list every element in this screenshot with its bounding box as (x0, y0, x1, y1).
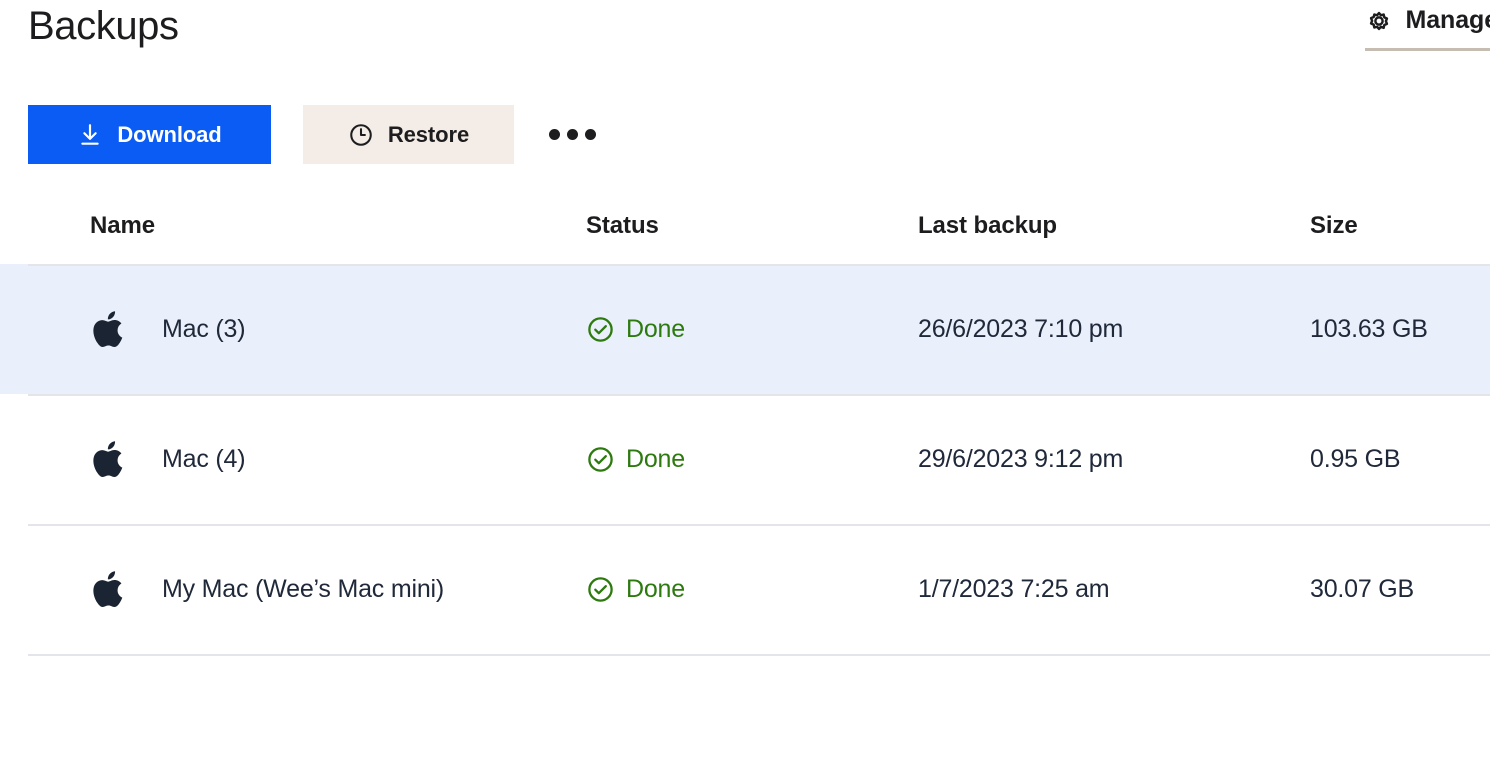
table-row[interactable]: Mac (4) Done 29/6/2023 9:12 pm 0.95 GB (0, 394, 1490, 524)
column-header-size: Size (1310, 212, 1358, 239)
row-name-cell: Mac (4) (28, 435, 586, 483)
more-options-button[interactable] (544, 105, 600, 164)
status-badge: Done (626, 444, 685, 473)
gear-icon (1365, 7, 1393, 35)
row-last-backup-cell: 26/6/2023 7:10 pm (918, 314, 1124, 343)
table-row[interactable]: My Mac (Wee’s Mac mini) Done 1/7/2023 7:… (0, 524, 1490, 654)
row-status-cell: Done (586, 315, 918, 344)
backups-page: Backups Manage Download Restore Name Sta… (0, 0, 1490, 760)
row-name-cell: Mac (3) (28, 305, 586, 353)
manage-backups-link[interactable]: Manage (1364, 6, 1490, 51)
download-button-label: Download (117, 121, 222, 147)
check-circle-icon (586, 575, 615, 604)
manage-label: Manage (1405, 6, 1490, 34)
ellipsis-icon (566, 129, 578, 140)
ellipsis-icon (584, 129, 596, 140)
table-row[interactable]: Mac (3) Done 26/6/2023 7:10 pm 103.63 GB (0, 264, 1490, 394)
download-button[interactable]: Download (28, 105, 271, 164)
status-badge: Done (626, 574, 685, 603)
check-circle-icon (586, 445, 615, 474)
row-last-backup-cell: 1/7/2023 7:25 am (918, 574, 1110, 603)
backups-table: Name Status Last backup Size Mac (3) Don… (0, 212, 1490, 656)
restore-button[interactable]: Restore (303, 105, 514, 164)
row-size-cell: 30.07 GB (1310, 574, 1415, 603)
row-status-cell: Done (586, 445, 918, 474)
table-header-row: Name Status Last backup Size (0, 212, 1490, 264)
row-name-label: Mac (4) (162, 444, 246, 473)
row-last-backup-cell: 29/6/2023 9:12 pm (918, 444, 1124, 473)
column-header-status: Status (586, 212, 659, 239)
row-size-cell: 103.63 GB (1310, 314, 1428, 343)
row-name-label: My Mac (Wee’s Mac mini) (162, 574, 445, 603)
page-title: Backups (28, 4, 179, 48)
check-circle-icon (586, 315, 615, 344)
restore-button-label: Restore (387, 121, 470, 147)
apple-logo-icon (90, 565, 130, 613)
ellipsis-icon (548, 129, 560, 140)
clock-restore-icon (348, 122, 374, 148)
apple-logo-icon (90, 435, 130, 483)
row-name-cell: My Mac (Wee’s Mac mini) (28, 565, 586, 613)
status-badge: Done (626, 314, 685, 343)
column-header-last-backup: Last backup (918, 212, 1057, 239)
table-bottom-divider (28, 654, 1490, 656)
row-name-label: Mac (3) (162, 314, 246, 343)
column-header-name: Name (90, 212, 155, 239)
action-toolbar: Download Restore (28, 105, 600, 164)
apple-logo-icon (90, 305, 130, 353)
row-size-cell: 0.95 GB (1310, 444, 1401, 473)
row-status-cell: Done (586, 575, 918, 604)
download-arrow-icon (77, 122, 103, 148)
